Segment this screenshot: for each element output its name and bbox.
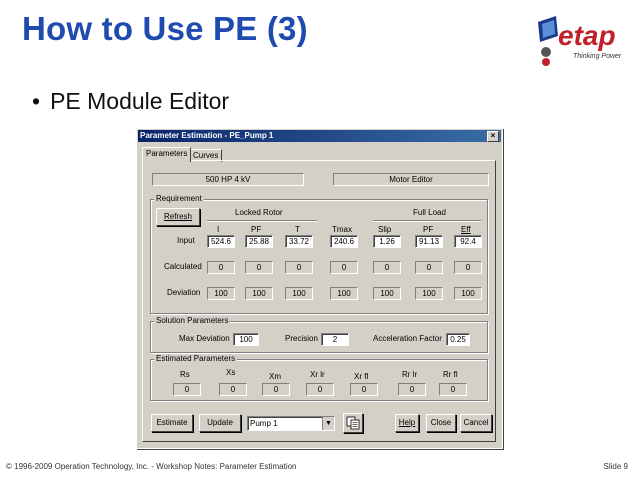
precision-label: Precision bbox=[285, 334, 318, 343]
chevron-down-icon[interactable]: ▼ bbox=[322, 417, 334, 430]
est-rs: 0 bbox=[173, 383, 201, 396]
dev-eff: 100 bbox=[454, 287, 482, 300]
est-header-xm: Xm bbox=[269, 372, 281, 381]
calc-t: 0 bbox=[285, 261, 313, 274]
update-button[interactable]: Update bbox=[199, 414, 241, 432]
input-t[interactable]: 33.72 bbox=[285, 235, 313, 248]
calc-eff: 0 bbox=[454, 261, 482, 274]
est-rr-lr: 0 bbox=[398, 383, 426, 396]
tab-parameters[interactable]: Parameters bbox=[142, 147, 192, 162]
equipment-combo[interactable]: Pump 1 ▼ bbox=[247, 416, 335, 431]
copy-icon[interactable] bbox=[343, 413, 363, 433]
calc-i: 0 bbox=[207, 261, 235, 274]
logo-wordmark: etap bbox=[558, 20, 616, 51]
dialog-titlebar[interactable]: Parameter Estimation - PE_Pump 1 × bbox=[138, 130, 501, 142]
est-header-rs: Rs bbox=[180, 370, 190, 379]
dev-i: 100 bbox=[207, 287, 235, 300]
col-header-pf-lr: PF bbox=[251, 225, 262, 234]
calc-tmax: 0 bbox=[330, 261, 358, 274]
footer-copyright: © 1996-2009 Operation Technology, Inc. -… bbox=[6, 462, 297, 471]
col-header-t: T bbox=[295, 225, 300, 234]
col-header-slip: Slip bbox=[378, 225, 392, 234]
bullet-text: PE Module Editor bbox=[50, 88, 230, 114]
solution-group-label: Solution Parameters bbox=[154, 316, 231, 325]
est-xr-lr: 0 bbox=[306, 383, 334, 396]
acceleration-factor-field[interactable]: 0.25 bbox=[446, 333, 470, 346]
input-slip[interactable]: 1.26 bbox=[373, 235, 401, 248]
parameter-estimation-dialog: Parameter Estimation - PE_Pump 1 × Param… bbox=[136, 128, 503, 449]
input-tmax[interactable]: 240.6 bbox=[330, 235, 358, 248]
row-label-input: Input bbox=[177, 236, 195, 245]
dev-slip: 100 bbox=[373, 287, 401, 300]
est-header-rr-fl: Rr fl bbox=[443, 370, 458, 379]
calc-pf-fl: 0 bbox=[415, 261, 443, 274]
est-header-xr-lr: Xr lr bbox=[310, 370, 325, 379]
col-header-eff: Eff bbox=[461, 225, 471, 234]
bullet-item: • PE Module Editor bbox=[32, 88, 229, 115]
dev-tmax: 100 bbox=[330, 287, 358, 300]
solution-parameters-group: Solution Parameters Max Deviation 100 Pr… bbox=[150, 316, 488, 353]
col-header-i: I bbox=[217, 225, 220, 234]
editor-source-display: Motor Editor bbox=[333, 173, 489, 186]
col-header-tmax: Tmax bbox=[332, 225, 352, 234]
help-button[interactable]: Help bbox=[395, 414, 419, 432]
calc-pf-lr: 0 bbox=[245, 261, 273, 274]
precision-field[interactable]: 2 bbox=[321, 333, 349, 346]
cancel-button[interactable]: Cancel bbox=[460, 414, 492, 432]
est-xr-fl: 0 bbox=[350, 383, 378, 396]
dev-pf-fl: 100 bbox=[415, 287, 443, 300]
motor-rating-display: 500 HP 4 kV bbox=[152, 173, 304, 186]
max-deviation-label: Max Deviation bbox=[179, 334, 230, 343]
row-label-deviation: Deviation bbox=[167, 288, 201, 297]
requirement-group: Requirement Refresh Locked Rotor Full Lo… bbox=[150, 194, 488, 314]
dev-t: 100 bbox=[285, 287, 313, 300]
requirement-group-label: Requirement bbox=[154, 194, 204, 203]
full-load-divider bbox=[373, 220, 481, 222]
max-deviation-field[interactable]: 100 bbox=[233, 333, 259, 346]
full-load-label: Full Load bbox=[413, 208, 446, 217]
close-button[interactable]: Close bbox=[426, 414, 456, 432]
dialog-title: Parameter Estimation - PE_Pump 1 bbox=[140, 131, 274, 140]
equipment-combo-value: Pump 1 bbox=[250, 419, 278, 428]
acceleration-factor-label: Acceleration Factor bbox=[373, 334, 442, 343]
bullet-dot: • bbox=[32, 88, 41, 114]
col-header-pf-fl: PF bbox=[423, 225, 434, 234]
est-header-xs: Xs bbox=[226, 368, 236, 377]
est-xs: 0 bbox=[219, 383, 247, 396]
input-pf-lr[interactable]: 25.88 bbox=[245, 235, 273, 248]
slide-number: Slide 9 bbox=[603, 462, 628, 471]
est-header-rr-lr: Rr lr bbox=[402, 370, 418, 379]
input-eff[interactable]: 92.4 bbox=[454, 235, 482, 248]
locked-rotor-divider bbox=[207, 220, 317, 222]
estimated-group-label: Estimated Parameters bbox=[154, 354, 238, 363]
est-rr-fl: 0 bbox=[439, 383, 467, 396]
row-label-calculated: Calculated bbox=[164, 262, 202, 271]
input-i[interactable]: 524.6 bbox=[207, 235, 235, 248]
logo-emblem-icon bbox=[538, 16, 558, 66]
parameters-panel: 500 HP 4 kV Motor Editor Requirement Ref… bbox=[142, 160, 496, 442]
dev-pf-lr: 100 bbox=[245, 287, 273, 300]
input-pf-fl[interactable]: 91.13 bbox=[415, 235, 443, 248]
logo-tagline: Thinking Power bbox=[573, 53, 622, 60]
slide-title: How to Use PE (3) bbox=[22, 10, 308, 47]
close-icon[interactable]: × bbox=[487, 131, 499, 142]
calc-slip: 0 bbox=[373, 261, 401, 274]
locked-rotor-label: Locked Rotor bbox=[235, 208, 283, 217]
refresh-button[interactable]: Refresh bbox=[156, 208, 200, 226]
estimate-button[interactable]: Estimate bbox=[151, 414, 193, 432]
estimated-parameters-group: Estimated Parameters Rs Xs Xm Xr lr Xr f… bbox=[150, 354, 488, 401]
est-xm: 0 bbox=[262, 383, 290, 396]
est-header-xr-fl: Xr fl bbox=[354, 372, 369, 381]
